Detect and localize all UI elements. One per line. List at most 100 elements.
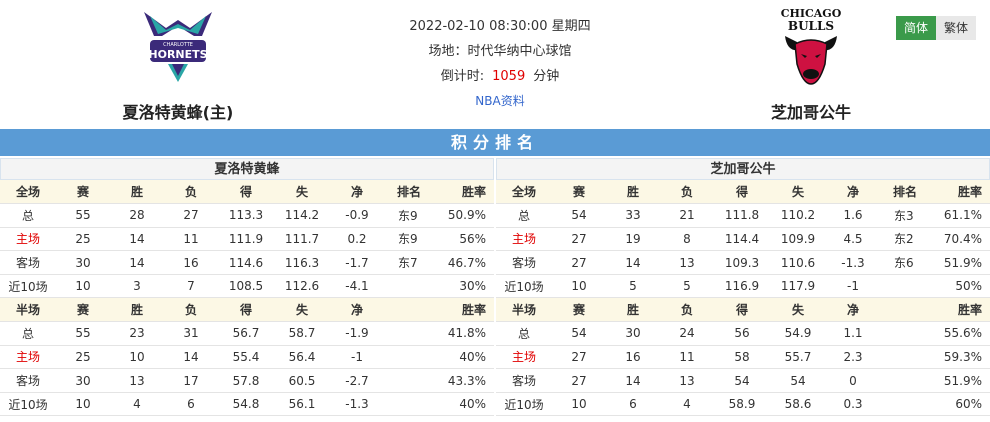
stat-cell: 30 — [606, 321, 660, 346]
row-label: 近10场 — [496, 274, 552, 299]
stat-cell: 13 — [660, 250, 714, 275]
stat-cell: 6 — [164, 392, 218, 417]
stat-cell — [384, 321, 434, 346]
stat-cell — [384, 392, 434, 417]
table-row: 客场 30 13 17 57.8 60.5 -2.7 43.3% — [0, 368, 494, 393]
stat-cell: 0 — [826, 368, 880, 393]
nba-info-link[interactable]: NBA资料 — [475, 94, 524, 108]
away-team-name: 芝加哥公牛 — [770, 103, 851, 122]
simplified-chinese-button[interactable]: 简体 — [896, 16, 936, 40]
stat-cell: 70.4% — [930, 227, 990, 252]
hornets-logo-wordmark: HORNETS — [148, 48, 207, 61]
stat-cell — [880, 321, 930, 346]
home-team-block: CHARLOTTE HORNETS 夏洛特黄蜂(主) — [78, 6, 278, 123]
bulls-logo-line2: BULLS — [788, 19, 834, 33]
header-cell: 得 — [714, 180, 770, 205]
stat-cell: 114.6 — [218, 250, 274, 275]
stat-cell: 19 — [606, 227, 660, 252]
stat-cell: 14 — [164, 345, 218, 370]
traditional-chinese-button[interactable]: 繁体 — [936, 16, 976, 40]
stat-cell: 55 — [56, 321, 110, 346]
stat-cell: 24 — [660, 321, 714, 346]
stat-cell: 111.7 — [274, 227, 330, 252]
match-header: CHARLOTTE HORNETS 夏洛特黄蜂(主) 2022-02-10 08… — [0, 0, 990, 128]
stat-cell: -1.3 — [826, 250, 880, 275]
header-cell: 排名 — [384, 180, 434, 205]
table-row: 客场 30 14 16 114.6 116.3 -1.7 东7 46.7% — [0, 250, 494, 275]
away-team-block: CHICAGO BULLS 芝加哥公牛 — [711, 6, 911, 123]
stat-cell: -1.9 — [330, 321, 384, 346]
stat-cell: 东7 — [384, 250, 434, 275]
stat-cell: 31 — [164, 321, 218, 346]
row-label: 主场 — [0, 227, 56, 252]
stat-cell: 30% — [434, 274, 494, 299]
stat-cell: 30 — [56, 250, 110, 275]
header-cell: 失 — [274, 180, 330, 205]
stat-cell: 东3 — [880, 203, 930, 228]
away-standings-table: 全场赛胜负得失净排名 胜率总 54 33 21 111.8 110.2 1.6 东3 61.1% 主… — [496, 180, 990, 417]
stat-cell: 55 — [56, 203, 110, 228]
stat-cell: -1.7 — [330, 250, 384, 275]
stat-cell: 51.9% — [930, 250, 990, 275]
header-cell: 全场 — [0, 180, 56, 205]
header-cell: 赛 — [552, 297, 606, 323]
stat-cell: 10 — [56, 392, 110, 417]
row-label: 客场 — [496, 368, 552, 393]
stat-cell: 10 — [110, 345, 164, 370]
header-cell: 赛 — [56, 297, 110, 323]
stat-cell: 114.2 — [274, 203, 330, 228]
home-standings-table: 全场赛胜负得失净排名 胜率总 55 28 27 113.3 114.2 -0.9 东9 50.9%… — [0, 180, 494, 417]
header-cell: 胜 — [606, 180, 660, 205]
stat-cell: 8 — [660, 227, 714, 252]
row-label: 近10场 — [0, 274, 56, 299]
stat-cell: 1.1 — [826, 321, 880, 346]
home-standings-team: 夏洛特黄蜂 — [0, 158, 494, 180]
stat-cell: 11 — [660, 345, 714, 370]
stat-cell: 51.9% — [930, 368, 990, 393]
stat-cell: 58.9 — [714, 392, 770, 417]
stat-cell: -1 — [330, 345, 384, 370]
header-cell: 净 — [826, 180, 880, 205]
header-cell: 净 — [330, 297, 384, 323]
stat-cell: 111.8 — [714, 203, 770, 228]
row-label: 总 — [496, 203, 552, 228]
header-cell: 负 — [164, 180, 218, 205]
table-row: 总 55 28 27 113.3 114.2 -0.9 东9 50.9% — [0, 203, 494, 228]
stat-cell: 10 — [56, 274, 110, 299]
stat-cell: 3 — [110, 274, 164, 299]
header-cell: 全场 — [496, 180, 552, 205]
stat-cell: 33 — [606, 203, 660, 228]
stat-cell: 55.7 — [770, 345, 826, 370]
header-cell: 赛 — [552, 180, 606, 205]
table-header-row: 全场赛胜负得失净排名 胜率 — [0, 180, 494, 205]
stat-cell: -1 — [826, 274, 880, 299]
row-label: 近10场 — [0, 392, 56, 417]
stat-cell: 56.1 — [274, 392, 330, 417]
away-standings-panel: 芝加哥公牛 全场赛胜负得失净排名 胜率总 54 33 21 111.8 110.2 1.6 东3… — [496, 158, 990, 417]
stat-cell: 116.3 — [274, 250, 330, 275]
stat-cell: 30 — [56, 368, 110, 393]
stat-cell: 5 — [606, 274, 660, 299]
stat-cell: 14 — [110, 250, 164, 275]
row-label: 总 — [0, 321, 56, 346]
header-cell: 负 — [164, 297, 218, 323]
stat-cell: 57.8 — [218, 368, 274, 393]
match-datetime: 2022-02-10 08:30:00 星期四 — [409, 19, 591, 34]
stat-cell: 58.6 — [770, 392, 826, 417]
stat-cell: 28 — [110, 203, 164, 228]
header-cell: 胜率 — [930, 180, 990, 205]
stat-cell: 60.5 — [274, 368, 330, 393]
row-label: 总 — [0, 203, 56, 228]
stat-cell: 17 — [164, 368, 218, 393]
stat-cell: 56.4 — [274, 345, 330, 370]
header-cell: 胜 — [606, 297, 660, 323]
stat-cell: -4.1 — [330, 274, 384, 299]
stat-cell: 27 — [164, 203, 218, 228]
table-row: 主场 27 19 8 114.4 109.9 4.5 东2 70.4% — [496, 227, 990, 252]
match-info: 2022-02-10 08:30:00 星期四 场地：时代华纳中心球馆 倒计时:… — [360, 14, 640, 114]
stat-cell: 117.9 — [770, 274, 826, 299]
row-label: 主场 — [496, 227, 552, 252]
stat-cell — [880, 392, 930, 417]
row-label: 客场 — [0, 368, 56, 393]
stat-cell: 25 — [56, 345, 110, 370]
